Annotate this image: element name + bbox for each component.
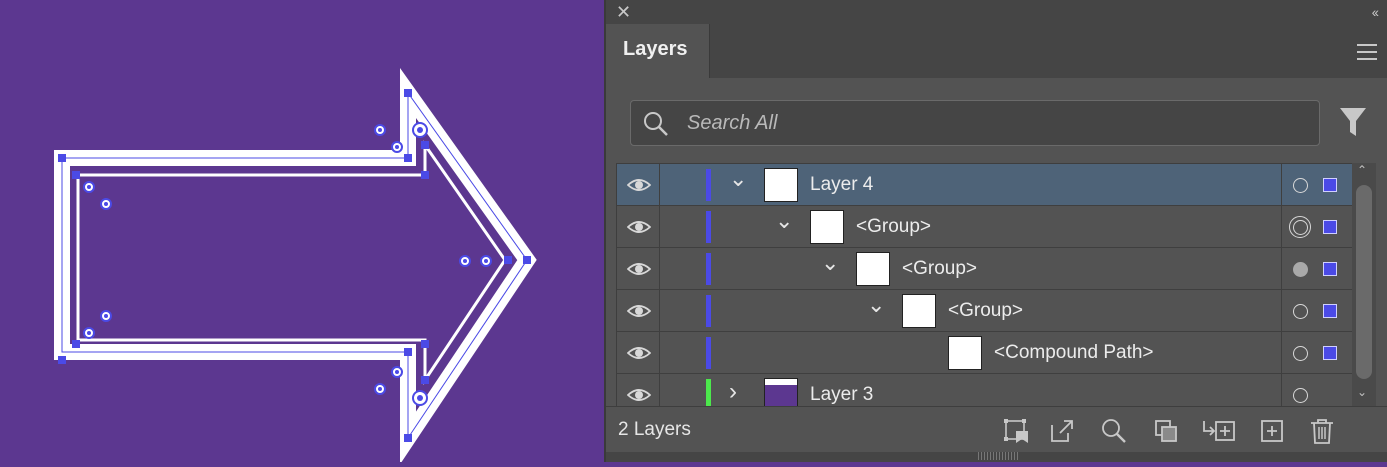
selection-indicator[interactable] (1323, 262, 1337, 276)
lock-column[interactable] (659, 248, 660, 290)
artboard-canvas[interactable] (0, 0, 604, 465)
layer-row[interactable]: <Compound Path> (617, 332, 1352, 374)
clipping-mask-icon[interactable] (1152, 417, 1180, 445)
new-layer-icon[interactable] (1258, 417, 1286, 445)
export-icon[interactable] (1048, 417, 1076, 445)
layer-thumbnail (856, 252, 890, 286)
column-divider (1281, 248, 1282, 290)
scroll-down-icon[interactable]: ⌄ (1357, 385, 1367, 399)
column-divider (1281, 290, 1282, 332)
layers-list: ⌄ Layer 4 ⌄ <Group> ⌄ <Group> ⌄ <Group> <Compoun… (616, 163, 1352, 406)
arrow-artwork[interactable] (0, 0, 604, 465)
layer-thumbnail (902, 294, 936, 328)
layers-scrollbar[interactable]: ⌃ ⌄ (1352, 163, 1376, 406)
layer-name[interactable]: Layer 4 (810, 174, 873, 196)
delete-icon[interactable] (1308, 417, 1336, 445)
selection-indicator[interactable] (1323, 304, 1337, 318)
search-input[interactable]: Search All (630, 100, 1320, 146)
collect-for-export-icon[interactable] (1002, 417, 1030, 445)
layers-panel: ✕ ‹‹ Layers Search All ⌄ Layer 4 ⌄ <Group> ⌄… (604, 0, 1387, 462)
panel-titlebar: ✕ ‹‹ (606, 0, 1387, 24)
layer-row[interactable]: ⌄ <Group> (617, 206, 1352, 248)
layer-thumbnail (810, 210, 844, 244)
chevron-right-icon[interactable]: › (729, 378, 737, 406)
layer-row[interactable]: ⌄ Layer 4 (617, 164, 1352, 206)
panel-tab-strip: Layers (606, 24, 1387, 78)
target-circle-icon[interactable] (1293, 388, 1308, 403)
collapse-panel-icon[interactable]: ‹‹ (1372, 3, 1379, 21)
visibility-eye-icon[interactable] (627, 344, 651, 362)
layer-color-bar (706, 295, 711, 327)
layer-color-bar (706, 253, 711, 285)
panel-menu-icon[interactable] (1357, 44, 1377, 60)
selection-indicator[interactable] (1323, 178, 1337, 192)
layer-name[interactable]: <Group> (902, 258, 977, 280)
lock-column[interactable] (659, 290, 660, 332)
layer-color-bar (706, 169, 711, 201)
tab-layers[interactable]: Layers (606, 24, 710, 78)
column-divider (1281, 164, 1282, 206)
layer-name[interactable]: <Group> (948, 300, 1023, 322)
close-icon[interactable]: ✕ (616, 2, 631, 22)
panel-resize-strip[interactable] (606, 452, 1387, 462)
search-placeholder: Search All (687, 112, 778, 134)
column-divider (1281, 332, 1282, 374)
lock-column[interactable] (659, 374, 660, 406)
visibility-eye-icon[interactable] (627, 218, 651, 236)
column-divider (1281, 206, 1282, 248)
create-sublayer-icon[interactable] (1202, 417, 1236, 445)
search-icon (644, 112, 668, 136)
scroll-up-icon[interactable]: ⌃ (1357, 163, 1367, 177)
visibility-eye-icon[interactable] (627, 176, 651, 194)
selection-indicator[interactable] (1323, 220, 1337, 234)
layer-row[interactable]: › Layer 3 (617, 374, 1352, 406)
target-circle-icon[interactable] (1289, 216, 1311, 238)
column-divider (1281, 374, 1282, 406)
layer-color-bar (706, 379, 711, 406)
selection-indicator[interactable] (1323, 346, 1337, 360)
layer-color-bar (706, 211, 711, 243)
chevron-down-icon[interactable]: ⌄ (729, 166, 747, 192)
target-circle-icon[interactable] (1293, 178, 1308, 193)
layer-thumbnail (764, 378, 798, 406)
locate-object-icon[interactable] (1100, 417, 1128, 445)
target-circle-icon[interactable] (1293, 346, 1308, 361)
chevron-down-icon[interactable]: ⌄ (821, 250, 839, 276)
layer-row[interactable]: ⌄ <Group> (617, 290, 1352, 332)
layer-thumbnail (764, 168, 798, 202)
layer-color-bar (706, 337, 711, 369)
visibility-eye-icon[interactable] (627, 302, 651, 320)
chevron-down-icon[interactable]: ⌄ (775, 208, 793, 234)
lock-column[interactable] (659, 164, 660, 206)
target-circle-icon[interactable] (1293, 262, 1308, 277)
scroll-thumb[interactable] (1356, 185, 1372, 379)
filter-icon[interactable] (1339, 106, 1367, 138)
chevron-down-icon[interactable]: ⌄ (867, 292, 885, 318)
layer-name[interactable]: Layer 3 (810, 384, 873, 406)
visibility-eye-icon[interactable] (627, 386, 651, 404)
resize-grip-icon[interactable] (978, 452, 1018, 460)
layer-row[interactable]: ⌄ <Group> (617, 248, 1352, 290)
layer-count: 2 Layers (618, 419, 691, 440)
panel-footer: 2 Layers (606, 406, 1387, 452)
layer-thumbnail (948, 336, 982, 370)
target-circle-icon[interactable] (1293, 304, 1308, 319)
layer-name[interactable]: <Compound Path> (994, 342, 1154, 364)
lock-column[interactable] (659, 206, 660, 248)
layer-name[interactable]: <Group> (856, 216, 931, 238)
visibility-eye-icon[interactable] (627, 260, 651, 278)
lock-column[interactable] (659, 332, 660, 374)
